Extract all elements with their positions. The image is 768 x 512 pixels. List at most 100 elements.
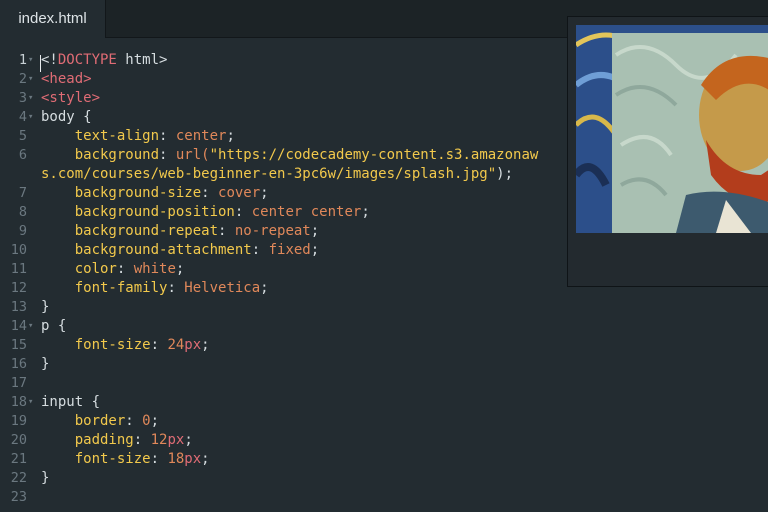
code-token: ; — [226, 128, 235, 144]
code-token: <head> — [41, 71, 92, 87]
code-token: fixed — [268, 242, 311, 258]
text-cursor — [40, 55, 41, 72]
code-token: : — [159, 128, 176, 144]
code-token: Helvetica — [184, 280, 261, 296]
code-token: } — [41, 299, 50, 315]
code-text: input { — [41, 393, 100, 412]
code-text: <head> — [41, 70, 92, 89]
fold-chevron-icon[interactable]: ▾ — [28, 89, 33, 108]
line-number: 20 — [10, 432, 27, 448]
code-token: ; — [260, 185, 269, 201]
code-text: body { — [41, 108, 92, 127]
line-number: 5 — [18, 128, 27, 144]
code-token: white — [133, 261, 176, 277]
code-text: background-position: center center; — [41, 203, 370, 222]
code-text: background-size: cover; — [41, 184, 269, 203]
code-token: : — [201, 185, 219, 201]
code-token: ; — [361, 204, 370, 220]
line-number: 9 — [18, 223, 27, 239]
line-number: 18 — [10, 394, 27, 410]
fold-chevron-icon[interactable]: ▾ — [28, 108, 33, 127]
code-token: : — [133, 432, 151, 448]
code-text: background-attachment: fixed; — [41, 241, 319, 260]
code-text: padding: 12px; — [41, 431, 193, 450]
fold-chevron-icon[interactable]: ▾ — [28, 51, 33, 70]
line-number: 11 — [10, 261, 27, 277]
code-token: : — [125, 413, 143, 429]
code-text: font-size: 18px; — [41, 450, 210, 469]
code-token: : — [234, 204, 252, 220]
tab-index-html[interactable]: index.html — [0, 0, 106, 38]
code-token: no-repeat — [234, 223, 311, 239]
code-text: background: url("https://codecademy-cont… — [41, 146, 539, 165]
code-token: s.com/courses/web-beginner-en-3pc6w/imag… — [41, 166, 497, 182]
code-token: html> — [116, 52, 168, 68]
code-token: background-size — [74, 185, 202, 201]
code-text: color: white; — [41, 260, 185, 279]
line-number: 3 — [18, 90, 27, 106]
line-number: 2 — [18, 71, 27, 87]
line-number: 1 — [18, 52, 27, 68]
line-number: 10 — [10, 242, 27, 258]
line-number: 12 — [10, 280, 27, 296]
code-token: : — [150, 337, 168, 353]
code-text: p { — [41, 317, 66, 336]
code-token: cover — [218, 185, 261, 201]
code-token: 18 — [167, 451, 185, 467]
line-number: 4 — [18, 109, 27, 125]
code-token: ; — [184, 432, 193, 448]
code-token: ; — [175, 261, 185, 277]
code-token: body { — [41, 109, 92, 125]
code-token: : — [251, 242, 269, 258]
code-token: ; — [260, 280, 269, 296]
code-token: padding — [74, 432, 134, 448]
code-token: font-family — [74, 280, 168, 296]
code-token: p { — [41, 318, 67, 334]
code-text: background-repeat: no-repeat; — [41, 222, 319, 241]
preview-image — [576, 25, 768, 233]
line-number: 7 — [18, 185, 27, 201]
fold-chevron-icon[interactable]: ▾ — [28, 317, 33, 336]
code-token: ; — [201, 451, 210, 467]
line-number: 22 — [10, 470, 27, 486]
line-number: 6 — [18, 147, 27, 163]
code-token: px — [184, 337, 202, 353]
code-token: "https://codecademy-content.s3.amazonaw — [209, 147, 539, 163]
fold-chevron-icon[interactable]: ▾ — [28, 70, 33, 89]
line-number: 15 — [10, 337, 27, 353]
code-token: center — [175, 128, 227, 144]
line-number: 13 — [10, 299, 27, 315]
code-token: background-repeat — [74, 223, 219, 239]
code-token: ; — [310, 223, 320, 239]
code-token: background-position — [74, 204, 235, 220]
code-token: } — [41, 470, 50, 486]
code-token: 0 — [142, 413, 151, 429]
code-token: : — [150, 451, 168, 467]
code-token: background — [74, 147, 160, 163]
code-token: <style> — [41, 90, 101, 106]
code-token: color — [74, 261, 117, 277]
code-token: px — [167, 432, 185, 448]
line-number: 23 — [10, 489, 27, 505]
line-number: 21 — [10, 451, 27, 467]
fold-chevron-icon[interactable]: ▾ — [28, 393, 33, 412]
line-number: 14 — [10, 318, 27, 334]
code-token: : — [116, 261, 134, 277]
code-token: ); — [496, 166, 514, 182]
code-text: } — [41, 298, 49, 317]
line-number: 8 — [18, 204, 27, 220]
code-text: } — [41, 469, 49, 488]
code-token: center center — [251, 204, 362, 220]
